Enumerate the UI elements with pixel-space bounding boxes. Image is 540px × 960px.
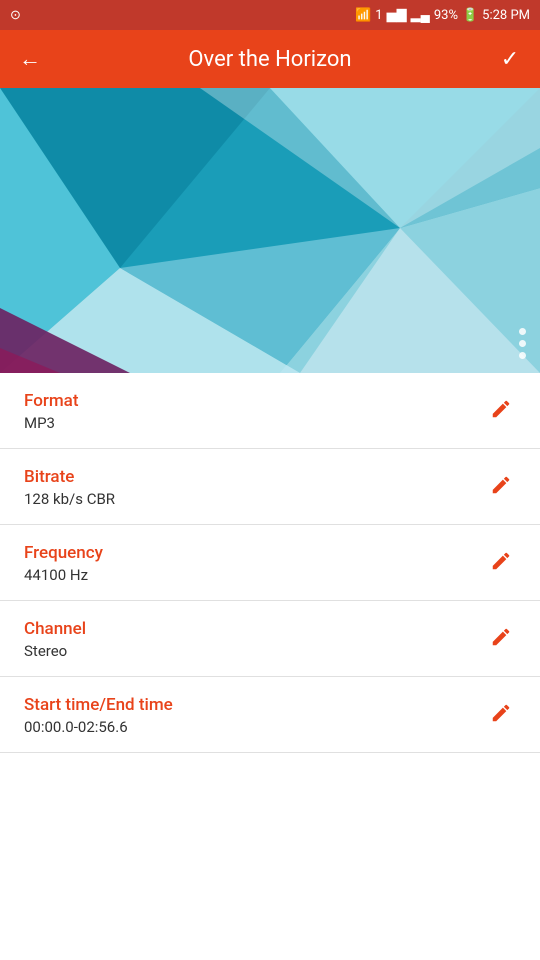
edit-button-format[interactable] (486, 394, 516, 429)
album-art (0, 88, 540, 373)
page-title: Over the Horizon (54, 47, 486, 72)
info-list: Format MP3 Bitrate 128 kb/s CBR Frequency 4… (0, 373, 540, 753)
info-label-start-end-time: Start time/End time (24, 695, 173, 715)
status-bar: ⊙ 📶 1 ▅▇ ▂▄ 93% 🔋 5:28 PM (0, 0, 540, 30)
battery-icon: 🔋 (462, 8, 478, 23)
info-label-format: Format (24, 391, 78, 411)
info-row-bitrate: Bitrate 128 kb/s CBR (0, 449, 540, 525)
info-row-format: Format MP3 (0, 373, 540, 449)
info-value-frequency: 44100 Hz (24, 566, 103, 584)
battery-text: 93% (434, 8, 458, 23)
info-content-bitrate: Bitrate 128 kb/s CBR (24, 467, 115, 508)
confirm-button[interactable]: ✓ (496, 47, 524, 72)
edit-button-channel[interactable] (486, 622, 516, 657)
info-content-frequency: Frequency 44100 Hz (24, 543, 103, 584)
status-right: 📶 1 ▅▇ ▂▄ 93% 🔋 5:28 PM (355, 7, 530, 23)
info-content-channel: Channel Stereo (24, 619, 86, 660)
info-label-channel: Channel (24, 619, 86, 639)
info-row-frequency: Frequency 44100 Hz (0, 525, 540, 601)
info-content-format: Format MP3 (24, 391, 78, 432)
more-options-button[interactable] (519, 328, 526, 359)
dot3 (519, 352, 526, 359)
info-row-channel: Channel Stereo (0, 601, 540, 677)
info-value-bitrate: 128 kb/s CBR (24, 490, 115, 508)
edit-button-start-end-time[interactable] (486, 698, 516, 733)
back-button[interactable]: ← (16, 46, 44, 72)
info-row-start-end-time: Start time/End time 00:00.0-02:56.6 (0, 677, 540, 753)
info-label-bitrate: Bitrate (24, 467, 115, 487)
clock: 5:28 PM (482, 8, 530, 23)
info-value-start-end-time: 00:00.0-02:56.6 (24, 718, 173, 736)
sim-icon: 1 (375, 8, 382, 23)
info-value-format: MP3 (24, 414, 78, 432)
signal2-icon: ▂▄ (411, 7, 430, 23)
top-bar: ← Over the Horizon ✓ (0, 30, 540, 88)
wifi-icon: 📶 (355, 8, 371, 23)
info-value-channel: Stereo (24, 642, 86, 660)
wechat-icon: ⊙ (10, 8, 21, 23)
signal1-icon: ▅▇ (387, 8, 407, 23)
dot2 (519, 340, 526, 347)
edit-button-bitrate[interactable] (486, 470, 516, 505)
dot1 (519, 328, 526, 335)
info-label-frequency: Frequency (24, 543, 103, 563)
status-left: ⊙ (10, 8, 21, 23)
info-content-start-end-time: Start time/End time 00:00.0-02:56.6 (24, 695, 173, 736)
edit-button-frequency[interactable] (486, 546, 516, 581)
